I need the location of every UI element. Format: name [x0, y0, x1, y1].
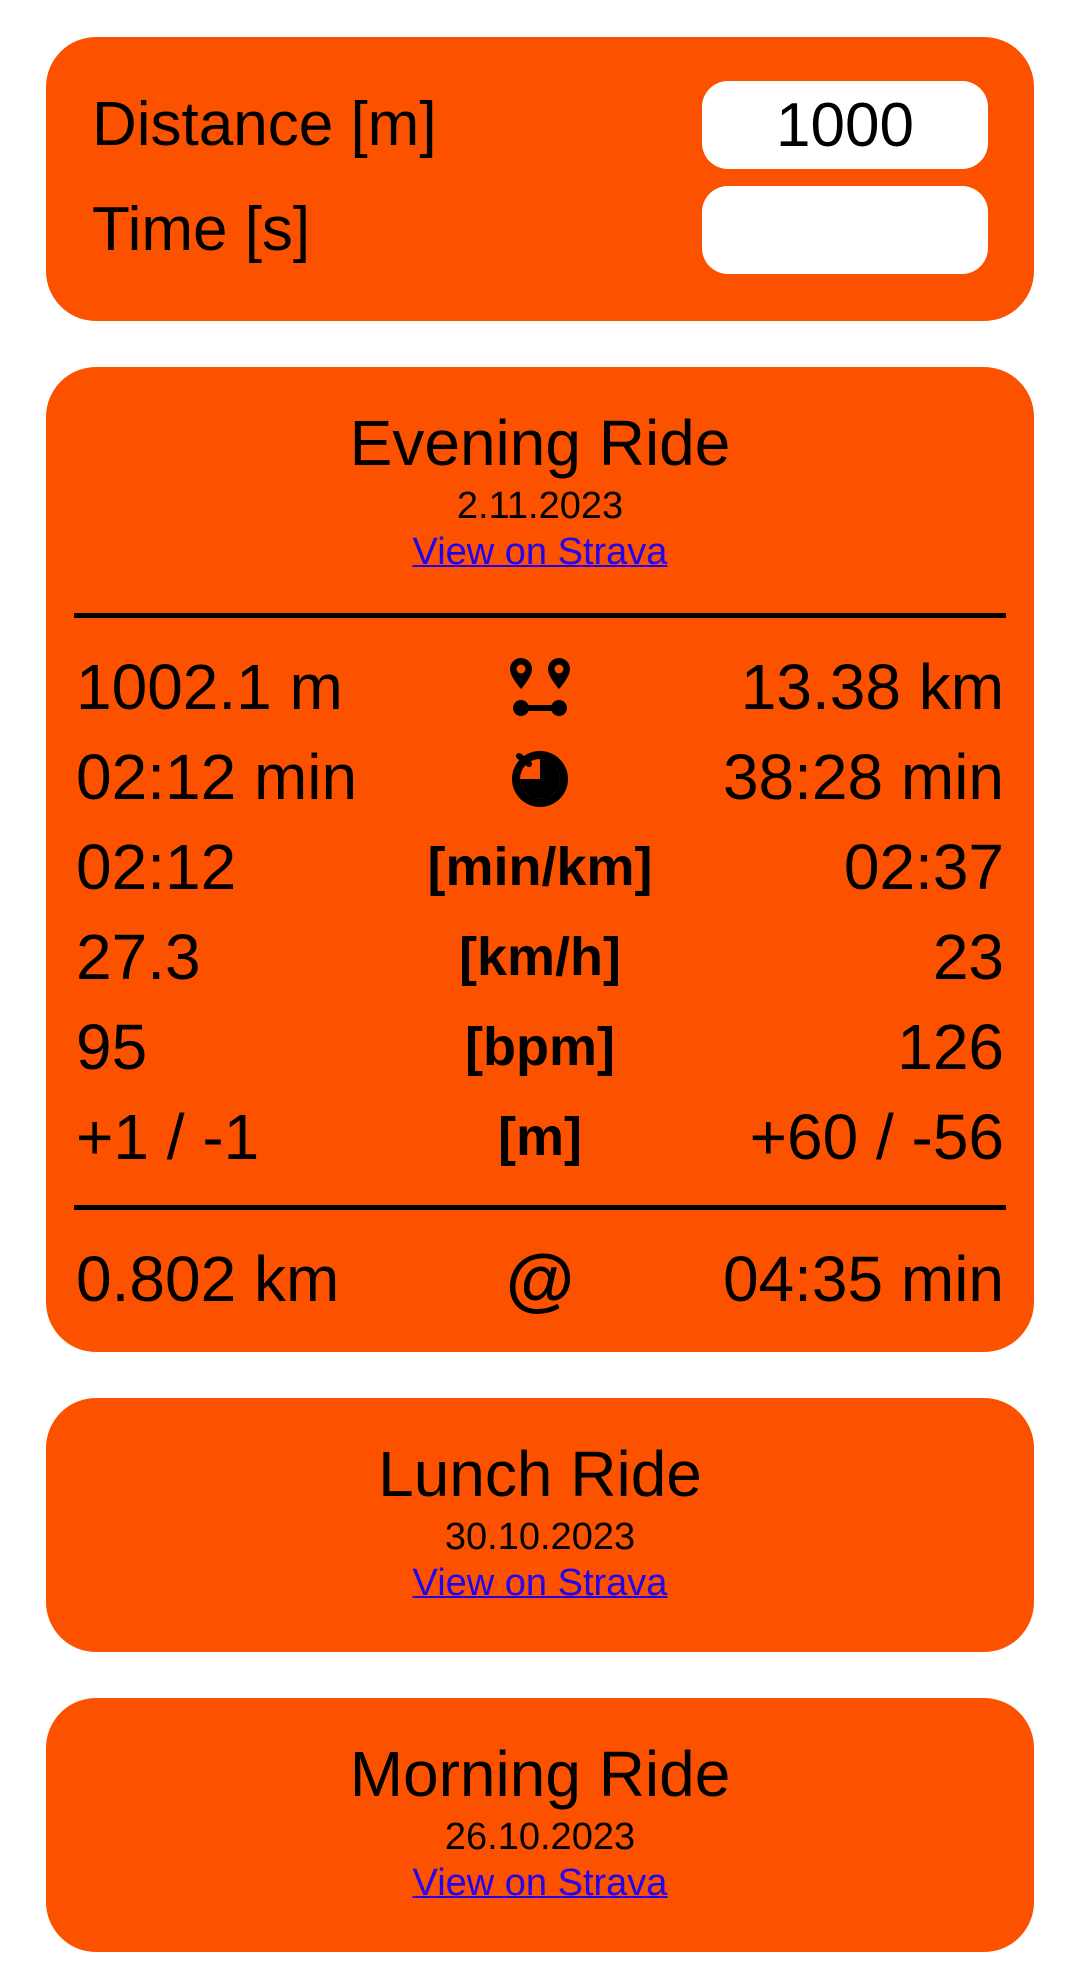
activity-header: Morning Ride 26.10.2023 View on Strava: [46, 1734, 1034, 1906]
activity-header: Lunch Ride 30.10.2023 View on Strava: [46, 1434, 1034, 1606]
segment-start-time: 04:35 min: [722, 1243, 1004, 1315]
time-label: Time [s]: [92, 195, 311, 264]
segment-start-distance: 0.802 km: [76, 1243, 340, 1315]
activity-date: 26.10.2023: [444, 1816, 636, 1858]
view-on-strava-link[interactable]: View on Strava: [46, 1560, 1034, 1606]
stat-row-segment-position: 0.802 km @ 04:35 min: [76, 1234, 1004, 1324]
stat-row-distance: 1002.1 m 13.38 km: [76, 642, 1004, 732]
activity-title: Evening Ride: [349, 407, 731, 479]
stat-row-time: 02:12 min 38:28 min: [76, 732, 1004, 822]
activity-date: 2.11.2023: [456, 485, 624, 527]
activity-card-morning-ride[interactable]: Morning Ride 26.10.2023 View on Strava: [46, 1698, 1034, 1952]
speed-unit-label: [km/h]: [459, 927, 621, 987]
route-pins-icon: [510, 658, 570, 716]
segment-heart-rate-value: 95: [76, 1011, 148, 1083]
distance-input[interactable]: [702, 81, 988, 169]
activity-card-lunch-ride[interactable]: Lunch Ride 30.10.2023 View on Strava: [46, 1398, 1034, 1652]
stat-row-elevation: +1 / -1 [m] +60 / -56: [76, 1092, 1004, 1182]
segment-pace-value: 02:12: [76, 831, 237, 903]
distance-label: Distance [m]: [92, 90, 437, 159]
time-row: Time [s]: [92, 186, 988, 274]
divider: [74, 613, 1006, 618]
activity-heart-rate-value: 126: [897, 1011, 1004, 1083]
stopwatch-icon: [512, 751, 568, 807]
activity-distance-value: 13.38 km: [740, 651, 1004, 723]
stat-row-pace: 02:12 [min/km] 02:37: [76, 822, 1004, 912]
activity-card-evening-ride[interactable]: Evening Ride 2.11.2023 View on Strava 10…: [46, 367, 1034, 1352]
activity-title: Lunch Ride: [378, 1438, 702, 1510]
activity-time-value: 38:28 min: [722, 741, 1004, 813]
segment-time-value: 02:12 min: [76, 741, 358, 813]
activity-title: Morning Ride: [349, 1738, 731, 1810]
view-on-strava-link[interactable]: View on Strava: [46, 1860, 1034, 1906]
distance-row: Distance [m]: [92, 81, 988, 169]
stat-row-speed: 27.3 [km/h] 23: [76, 912, 1004, 1002]
search-criteria-card: Distance [m] Time [s]: [46, 37, 1034, 321]
activity-date: 30.10.2023: [444, 1516, 636, 1558]
activity-header: Evening Ride 2.11.2023 View on Strava: [46, 403, 1034, 575]
view-on-strava-link[interactable]: View on Strava: [46, 529, 1034, 575]
segment-distance-value: 1002.1 m: [76, 651, 343, 723]
heart-rate-unit-label: [bpm]: [465, 1017, 615, 1077]
segment-speed-value: 27.3: [76, 921, 201, 993]
stat-row-heart-rate: 95 [bpm] 126: [76, 1002, 1004, 1092]
activity-elevation-value: +60 / -56: [749, 1101, 1004, 1173]
divider: [74, 1205, 1006, 1210]
time-input[interactable]: [702, 186, 988, 274]
activity-speed-value: 23: [932, 921, 1004, 993]
activity-pace-value: 02:37: [843, 831, 1004, 903]
segment-elevation-value: +1 / -1: [76, 1101, 260, 1173]
